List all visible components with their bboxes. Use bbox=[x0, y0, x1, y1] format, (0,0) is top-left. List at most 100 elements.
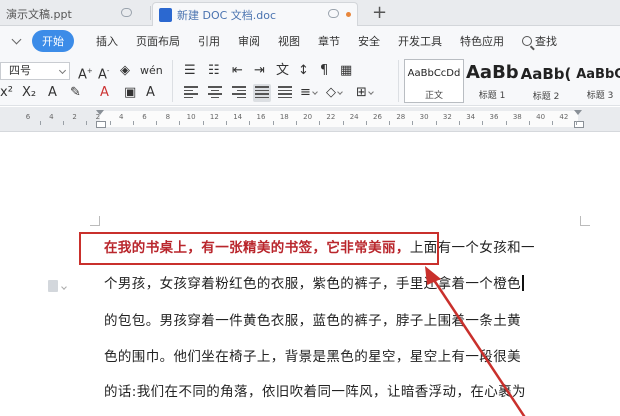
borders-icon[interactable]: ▦ bbox=[340, 62, 352, 80]
menu-item-home[interactable]: 开始 bbox=[32, 30, 74, 52]
chat-icon[interactable] bbox=[328, 9, 339, 18]
decrease-indent-icon[interactable]: ⇤ bbox=[232, 62, 243, 80]
bullet-list-icon[interactable]: ☰ bbox=[184, 62, 196, 80]
font-color-icon[interactable]: A bbox=[100, 84, 109, 102]
ruler-tick bbox=[459, 121, 461, 125]
subscript-icon[interactable]: X₂ bbox=[22, 84, 36, 102]
ruler-tick bbox=[295, 121, 297, 125]
tab-label: 新建 DOC 文档.doc bbox=[177, 8, 277, 22]
menu-item-section[interactable]: 章节 bbox=[318, 33, 340, 49]
doc-line[interactable]: 色的围巾。他们坐在椅子上，背景是黑色的星空，星空上有一段很美 bbox=[104, 347, 521, 367]
wps-writer-window: 演示文稿.ppt 新建 DOC 文档.doc + 开始 插入 页面布局 引用 审… bbox=[0, 0, 620, 416]
right-indent-handle[interactable] bbox=[574, 110, 584, 128]
style-name: 标题 2 bbox=[532, 92, 560, 102]
grow-font-icon[interactable]: A+ bbox=[78, 62, 93, 84]
text-effect-icon[interactable]: A bbox=[48, 84, 57, 102]
style-heading-3[interactable]: AaBbC 标题 3 bbox=[574, 59, 620, 103]
align-center-icon[interactable] bbox=[208, 84, 222, 102]
clear-format-icon[interactable]: ◈ bbox=[120, 62, 130, 80]
chinese-layout-icon[interactable]: 文 bbox=[276, 62, 289, 80]
doc-line[interactable]: 个男孩，女孩穿着粉红色的衣服，紫色的裤子，手里还拿着一个橙色 bbox=[104, 274, 524, 294]
chat-icon[interactable] bbox=[121, 8, 132, 17]
search-icon bbox=[522, 36, 532, 46]
line-text: 个男孩，女孩穿着粉红色的衣服，紫色的裤子，手里还拿着一个橙色 bbox=[104, 276, 521, 292]
ruler-tick bbox=[202, 121, 204, 125]
menu-item-developer[interactable]: 开发工具 bbox=[398, 33, 442, 49]
ruler-tick bbox=[86, 121, 88, 125]
document-page[interactable]: 在我的书桌上，有一张精美的书签，它非常美丽，上面有一个女孩和一 个男孩，女孩穿着… bbox=[0, 132, 620, 416]
font-size-select[interactable]: 四号 bbox=[0, 62, 70, 80]
ruler-number: 12 bbox=[209, 113, 219, 121]
word-doc-icon bbox=[159, 7, 172, 22]
ruler-tick bbox=[39, 121, 41, 125]
style-sample: AaBb( bbox=[520, 65, 572, 83]
unsaved-dot-icon bbox=[346, 12, 351, 17]
style-normal[interactable]: AaBbCcDd 正文 bbox=[404, 59, 464, 103]
increase-indent-icon[interactable]: ⇥ bbox=[254, 62, 265, 80]
new-tab-button[interactable]: + bbox=[372, 2, 387, 24]
ruler-tick bbox=[575, 121, 577, 125]
doc-line[interactable]: 的包包。男孩穿着一件黄色衣服，蓝色的裤子，脖子上围着一条土黄 bbox=[104, 311, 521, 331]
justify-icon[interactable] bbox=[253, 84, 271, 102]
menu-item-security[interactable]: 安全 bbox=[358, 33, 380, 49]
style-name: 正文 bbox=[424, 91, 443, 101]
ruler-number: 38 bbox=[512, 113, 522, 121]
ruler-number: 40 bbox=[536, 113, 546, 121]
ruler-number: 4 bbox=[118, 113, 124, 121]
highlight-color-icon[interactable]: ✎ bbox=[70, 84, 81, 102]
ruler-tick bbox=[132, 121, 134, 125]
border-icon[interactable]: ⊞ bbox=[356, 84, 374, 102]
ruler-number: 2 bbox=[95, 113, 101, 121]
menu-item-view[interactable]: 视图 bbox=[278, 33, 300, 49]
ruler-number: 8 bbox=[165, 113, 171, 121]
menu-item-special[interactable]: 特色应用 bbox=[460, 33, 504, 49]
paragraph-handle-icon[interactable] bbox=[48, 280, 58, 292]
style-heading-1[interactable]: AaBb 标题 1 bbox=[466, 59, 518, 103]
chevron-down-icon[interactable] bbox=[12, 38, 22, 44]
menu-item-insert[interactable]: 插入 bbox=[96, 33, 118, 49]
search-label: 查找 bbox=[535, 35, 557, 48]
doc-line[interactable]: 的话:我们在不同的角落，依旧吹着同一阵风，让暗香浮动，在心裹为 bbox=[104, 382, 526, 402]
search-button[interactable]: 查找 bbox=[522, 33, 557, 49]
ruler-tick bbox=[156, 121, 158, 125]
ruler-tick bbox=[179, 121, 181, 125]
ruler-tick bbox=[226, 121, 228, 125]
menu-item-references[interactable]: 引用 bbox=[198, 33, 220, 49]
sort-icon[interactable]: ↕ bbox=[298, 62, 309, 80]
ruler-number: 26 bbox=[373, 113, 382, 121]
menu-item-page-layout[interactable]: 页面布局 bbox=[136, 33, 180, 49]
shading-icon[interactable]: ◇ bbox=[326, 84, 343, 102]
ruler-tick bbox=[505, 121, 507, 125]
font-size-value: 四号 bbox=[9, 64, 31, 77]
numbered-list-icon[interactable]: ☷ bbox=[208, 62, 220, 80]
style-sample: AaBbCcDd bbox=[407, 68, 461, 79]
superscript-icon[interactable]: x² bbox=[0, 84, 13, 102]
ruler-tick bbox=[435, 121, 437, 125]
ruler-tick bbox=[552, 121, 554, 125]
style-name: 标题 1 bbox=[478, 91, 506, 101]
style-heading-2[interactable]: AaBb( 标题 2 bbox=[520, 59, 572, 103]
menu-item-review[interactable]: 审阅 bbox=[238, 33, 260, 49]
tab-presentation[interactable]: 演示文稿.ppt bbox=[0, 2, 150, 26]
align-left-icon[interactable] bbox=[184, 84, 198, 102]
ruler-tick bbox=[319, 121, 321, 125]
tab-document[interactable]: 新建 DOC 文档.doc bbox=[152, 2, 358, 26]
ruler-tick bbox=[412, 121, 414, 125]
distributed-align-icon[interactable] bbox=[278, 84, 292, 102]
menu-bar: 开始 插入 页面布局 引用 审阅 视图 章节 安全 开发工具 特色应用 查找 bbox=[0, 26, 620, 56]
text-border-icon[interactable]: ▣ bbox=[124, 84, 136, 102]
char-shading-icon[interactable]: A bbox=[146, 84, 155, 102]
horizontal-ruler[interactable]: 6 4 2 2 4 6 8 10 12 14 16 18 20 22 24 26 28 30 32 34 36 38 40 4… bbox=[0, 107, 620, 132]
align-right-icon[interactable] bbox=[232, 84, 246, 102]
ruler-number: 36 bbox=[489, 113, 499, 121]
ribbon-divider bbox=[398, 60, 399, 102]
line-spacing-icon[interactable]: ≡ bbox=[300, 84, 318, 102]
style-sample: AaBb bbox=[466, 62, 518, 83]
ruler-number: 6 bbox=[25, 113, 31, 121]
pinyin-guide-icon[interactable]: wén bbox=[140, 62, 163, 80]
ruler-tick bbox=[109, 121, 111, 125]
ruler-number: 32 bbox=[442, 113, 452, 121]
chevron-down-icon[interactable] bbox=[61, 284, 67, 290]
show-marks-icon[interactable]: ¶ bbox=[320, 62, 328, 80]
shrink-font-icon[interactable]: A- bbox=[98, 62, 109, 84]
